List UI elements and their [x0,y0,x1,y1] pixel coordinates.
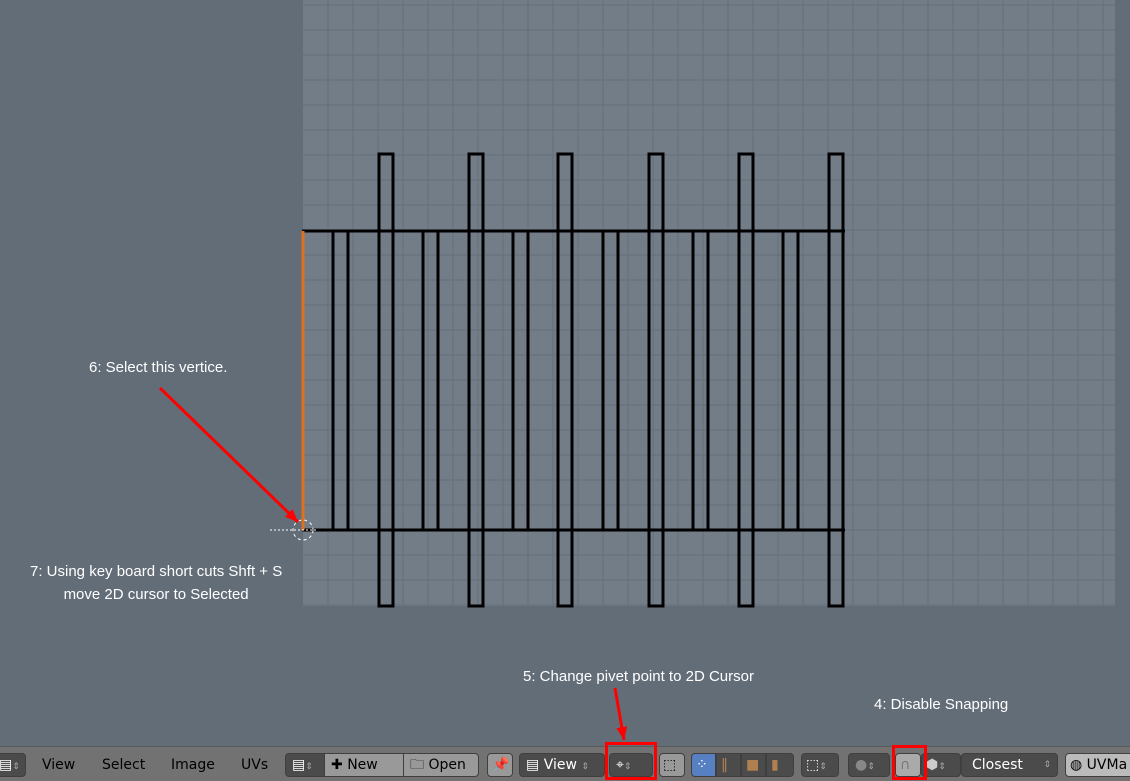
highlight-pivot [605,742,657,780]
menu-select[interactable]: Select [102,753,145,777]
face-select-icon: ■ [746,757,760,773]
edge-select-icon: ‖ [721,757,728,773]
pin-icon: 📌 [492,757,510,773]
editor-type-icon: ▤ [0,757,13,773]
menu-view[interactable]: View [42,753,75,777]
vertex-select-icon: ⁘ [696,757,708,773]
proportional-edit-dropdown[interactable]: ●⇕ [848,753,890,777]
annotation-step7-line2: move 2D cursor to Selected [63,586,249,603]
folder-icon: 🗀 [410,757,424,773]
snap-target-dropdown[interactable]: Closest ⇕ [961,753,1058,777]
annotation-step4: 4: Disable Snapping [874,696,1009,713]
image-browse-button[interactable]: ▤⇕ [285,753,325,777]
proportional-edit-icon: ● [855,757,868,773]
uv-map-dropdown[interactable]: ◍ UVMa [1065,753,1130,777]
snap-element-icon: ⬢ [926,757,939,773]
plus-icon: ✚ [331,757,343,773]
editor-type-button[interactable]: ▤⇕ [0,753,26,777]
select-mode-face[interactable]: ■ [741,753,766,777]
select-mode-edge[interactable]: ‖ [716,753,741,777]
select-mode-island[interactable]: ▮ [766,753,794,777]
uv-select-mode-dropdown[interactable]: ⬚⇕ [801,753,839,777]
select-mode-icons: ⬚ [806,757,820,773]
highlight-snap [892,745,927,780]
menu-uvs[interactable]: UVs [241,753,268,777]
annotation-step5: 5: Change pivet point to 2D Cursor [523,668,754,685]
annotation-step6: 6: Select this vertice. [89,359,228,376]
arrow-step5-head [616,726,628,740]
image-browse-icon: ▤ [292,757,306,773]
pin-button[interactable]: 📌 [487,753,513,777]
arrow-step6 [158,386,300,524]
sticky-select-icon: ⬚ [663,757,677,773]
uv-grid-icon: ◍ [1070,757,1083,773]
island-select-icon: ▮ [771,757,779,773]
sticky-select-button[interactable]: ⬚ [659,753,685,777]
uv-editor-header: ▤⇕ View Select Image UVs ▤⇕ ✚ New 🗀 Open… [0,746,1130,781]
new-image-button[interactable]: ✚ New [324,753,404,777]
view-dropdown[interactable]: ▤ View ⇕ [519,753,605,777]
select-mode-vertex[interactable]: ⁘ [691,753,716,777]
annotation-step7-line1: 7: Using key board short cuts Shft + S [30,563,283,580]
open-image-button[interactable]: 🗀 Open [403,753,479,777]
annotation-step7: 7: Using key board short cuts Shft + S mo… [30,560,282,606]
image-icon: ▤ [526,757,540,773]
menu-image[interactable]: Image [171,753,215,777]
snap-element-dropdown[interactable]: ⬢⇕ [921,753,961,777]
